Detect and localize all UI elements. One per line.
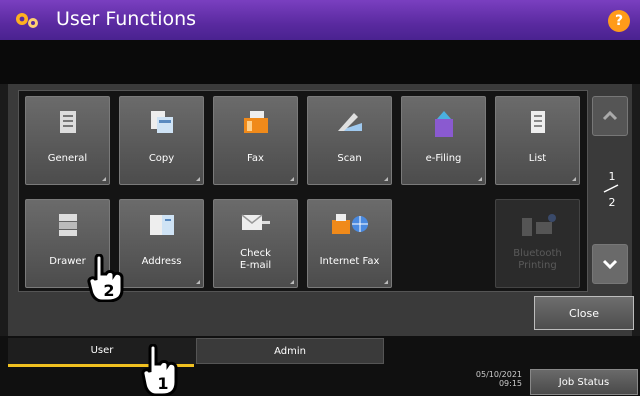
general-icon (59, 111, 76, 133)
tile-label: Fax (247, 153, 264, 164)
chevron-up-icon (602, 110, 618, 121)
tile-check-email[interactable]: Check E-mail (213, 199, 298, 288)
hand-pointer-step-1-icon: 1 (141, 344, 178, 396)
address-book-icon (149, 215, 174, 235)
fax-icon (243, 111, 268, 133)
help-button[interactable]: ? (608, 10, 630, 32)
tile-label: Scan (337, 153, 362, 164)
close-button[interactable]: Close (534, 296, 634, 330)
tile-label: General (47, 153, 88, 164)
title-bar: User Functions ? (0, 0, 640, 40)
check-email-icon (241, 214, 270, 230)
page-indicator: 1 2 (598, 170, 626, 209)
tile-internet-fax[interactable]: Internet Fax (307, 199, 392, 288)
drawer-icon (58, 214, 77, 236)
scan-icon (337, 113, 362, 131)
internet-fax-icon (331, 214, 368, 234)
hand-pointer-step-2-icon: 2 (87, 254, 124, 302)
tab-admin[interactable]: Admin (196, 338, 384, 364)
page-total: 2 (608, 196, 616, 209)
tile-label: Bluetooth Printing (513, 248, 562, 271)
list-icon (530, 111, 545, 133)
date-time: 05/10/2021 09:15 (448, 370, 522, 388)
copy-icon (150, 111, 173, 133)
tile-fax[interactable]: Fax (213, 96, 298, 185)
tile-address[interactable]: Address (119, 199, 204, 288)
window-title: User Functions (56, 8, 197, 30)
status-date: 05/10/2021 (475, 370, 522, 379)
settings-gears-icon (16, 13, 38, 28)
tile-label: List (528, 153, 547, 164)
job-status-button[interactable]: Job Status (530, 369, 638, 395)
tile-scan[interactable]: Scan (307, 96, 392, 185)
tile-list[interactable]: List (495, 96, 580, 185)
tile-general[interactable]: General (25, 96, 110, 185)
tile-label: Check E-mail (239, 248, 272, 271)
status-time: 09:15 (498, 379, 522, 388)
page-up-button[interactable] (592, 96, 628, 136)
tile-copy[interactable]: Copy (119, 96, 204, 185)
e-filing-icon (434, 111, 453, 137)
tile-e-filing[interactable]: e-Filing (401, 96, 486, 185)
bluetooth-printing-icon (521, 214, 556, 236)
tile-label: Internet Fax (319, 256, 380, 267)
page-divider (603, 184, 619, 193)
page-down-button[interactable] (592, 244, 628, 284)
page-current: 1 (608, 170, 616, 183)
tile-label: e-Filing (425, 153, 462, 164)
tile-label: Address (141, 256, 182, 267)
header-band (0, 40, 640, 84)
tile-label: Copy (148, 153, 175, 164)
step-1-number: 1 (157, 374, 168, 393)
tile-bluetooth-printing: Bluetooth Printing (495, 199, 580, 288)
chevron-down-icon (602, 259, 618, 270)
step-2-number: 2 (103, 281, 114, 300)
